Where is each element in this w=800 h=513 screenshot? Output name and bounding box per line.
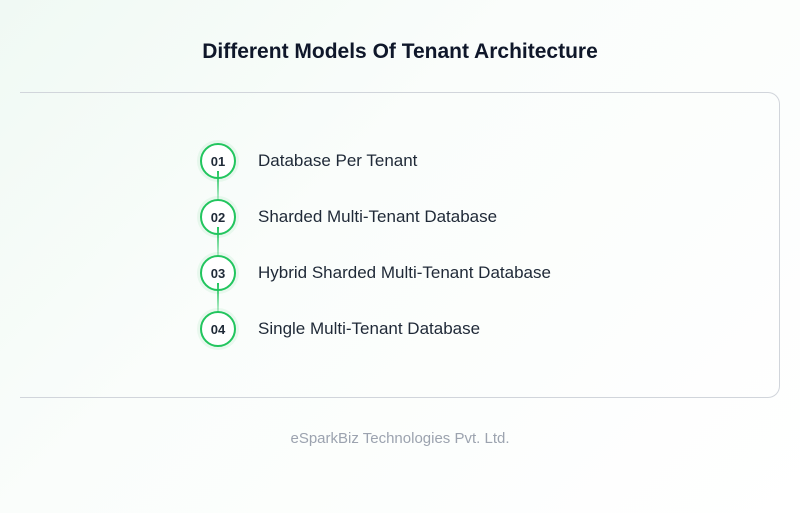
diagram-container: Different Models Of Tenant Architecture …: [20, 18, 780, 398]
content-frame: 01 Database Per Tenant 02 Sharded Multi-…: [20, 92, 780, 398]
number-badge: 04: [200, 311, 236, 347]
item-label: Single Multi-Tenant Database: [258, 319, 480, 339]
list-item: 01 Database Per Tenant: [200, 133, 739, 189]
badge-number: 04: [211, 322, 225, 337]
list-item: 03 Hybrid Sharded Multi-Tenant Database: [200, 245, 739, 301]
badge-number: 02: [211, 210, 225, 225]
number-badge: 03: [200, 255, 236, 291]
badge-number: 01: [211, 154, 225, 169]
item-label: Database Per Tenant: [258, 151, 417, 171]
page-title: Different Models Of Tenant Architecture: [20, 40, 780, 64]
item-label: Hybrid Sharded Multi-Tenant Database: [258, 263, 551, 283]
number-badge: 02: [200, 199, 236, 235]
footer-attribution: eSparkBiz Technologies Pvt. Ltd.: [290, 430, 509, 447]
model-list: 01 Database Per Tenant 02 Sharded Multi-…: [200, 133, 739, 357]
badge-number: 03: [211, 266, 225, 281]
item-label: Sharded Multi-Tenant Database: [258, 207, 497, 227]
number-badge: 01: [200, 143, 236, 179]
list-item: 02 Sharded Multi-Tenant Database: [200, 189, 739, 245]
list-item: 04 Single Multi-Tenant Database: [200, 301, 739, 357]
